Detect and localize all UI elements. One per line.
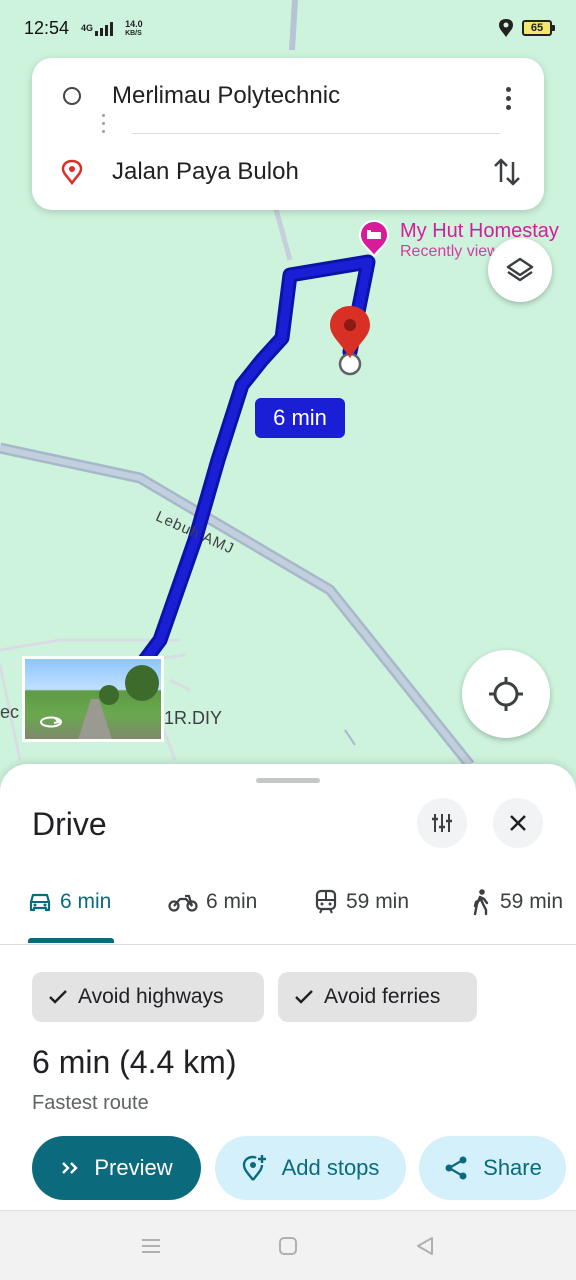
add-location-icon <box>242 1155 266 1181</box>
street-view-thumbnail[interactable] <box>22 656 164 742</box>
home-button[interactable] <box>273 1231 303 1261</box>
layers-icon <box>506 257 534 282</box>
sheet-drag-handle[interactable] <box>256 778 320 783</box>
location-status-icon <box>499 19 513 37</box>
tab-motorcycle[interactable]: 6 min <box>168 874 257 930</box>
train-icon <box>315 889 337 914</box>
double-chevron-icon <box>62 1162 79 1174</box>
share-label: Share <box>483 1155 542 1180</box>
recent-apps-button[interactable] <box>136 1231 166 1261</box>
tab-transit[interactable]: 59 min <box>314 874 409 930</box>
swap-directions-icon[interactable] <box>492 154 522 190</box>
tab-walk[interactable]: 59 min <box>470 874 563 930</box>
directions-sheet: Drive 6 min 6 min 59 min 59 min Avoid hi… <box>0 764 576 1210</box>
route-summary: 6 min (4.4 km) <box>32 1044 237 1080</box>
thumb-tree <box>125 665 159 701</box>
back-triangle-icon <box>417 1237 433 1255</box>
origin-circle-icon <box>63 87 81 105</box>
signal-icon <box>95 21 114 36</box>
network-speed-unit: KB/S <box>125 29 142 37</box>
destination-pin-icon[interactable] <box>330 306 370 358</box>
origin-text: Merlimau Polytechnic <box>112 82 341 109</box>
tabs-divider <box>0 944 576 945</box>
status-time: 12:54 <box>24 18 70 38</box>
back-button[interactable] <box>410 1231 440 1261</box>
walking-icon <box>473 889 489 916</box>
add-stops-button[interactable]: Add stops <box>215 1136 406 1200</box>
origin-field[interactable]: Merlimau Polytechnic <box>32 66 544 126</box>
directions-card: Merlimau Polytechnic Jalan Paya Buloh <box>32 58 544 210</box>
thumb-tree <box>99 685 119 705</box>
my-location-button[interactable] <box>462 650 550 738</box>
route-summary-subtitle: Fastest route <box>32 1092 149 1114</box>
route-dots-icon <box>102 114 105 133</box>
sheet-title: Drive <box>32 806 107 842</box>
street-view-360-icon <box>40 716 62 728</box>
close-icon <box>510 815 526 831</box>
directions-divider <box>132 133 500 134</box>
layers-button[interactable] <box>488 238 552 302</box>
more-options-button[interactable] <box>496 82 520 114</box>
tab-transit-time: 59 min <box>346 890 410 913</box>
car-icon <box>29 893 51 912</box>
destination-text: Jalan Paya Buloh <box>112 158 299 185</box>
checkmark-icon <box>295 990 313 1004</box>
checkmark-icon <box>49 990 67 1004</box>
sliders-icon <box>432 814 452 832</box>
tab-motorcycle-time: 6 min <box>206 890 258 913</box>
destination-pin-center <box>344 319 356 331</box>
avoid-highways-chip[interactable]: Avoid highways <box>32 972 264 1022</box>
preview-button[interactable]: Preview <box>32 1136 201 1200</box>
tab-drive[interactable]: 6 min <box>28 874 111 930</box>
travel-mode-tabs: 6 min 6 min 59 min 59 min <box>0 874 576 946</box>
preview-label: Preview <box>94 1155 173 1180</box>
route-time-badge[interactable]: 6 min <box>255 398 345 438</box>
hotel-pin-icon <box>358 220 390 258</box>
map-label-left: ec <box>0 702 20 722</box>
tab-drive-time: 6 min <box>60 890 112 913</box>
tab-walk-time: 59 min <box>500 890 564 913</box>
poi-name: My Hut Homestay <box>400 220 559 242</box>
network-speed: 14.0 <box>125 18 143 29</box>
status-bar: 12:54 4G 14.0 KB/S 65 <box>0 0 576 58</box>
route-options-button[interactable] <box>417 798 467 848</box>
map-tick <box>344 729 356 746</box>
crosshair-icon <box>489 677 523 711</box>
share-icon <box>445 1156 467 1180</box>
destination-field[interactable]: Jalan Paya Buloh <box>32 142 544 202</box>
add-stops-label: Add stops <box>281 1155 380 1180</box>
close-button[interactable] <box>493 798 543 848</box>
system-navigation-bar <box>0 1210 576 1280</box>
active-tab-indicator <box>28 938 114 943</box>
avoid-ferries-chip[interactable]: Avoid ferries <box>278 972 477 1022</box>
thumb-road <box>75 699 115 739</box>
avoid-highways-label: Avoid highways <box>78 985 224 1008</box>
network-type: 4G <box>81 23 94 33</box>
menu-icon <box>142 1239 160 1253</box>
home-square-icon <box>279 1237 297 1255</box>
battery-icon: 65 <box>522 20 555 36</box>
motorcycle-icon <box>168 894 198 912</box>
avoid-ferries-label: Avoid ferries <box>324 985 441 1008</box>
map-label-diy: 1R.DIY <box>164 708 223 728</box>
battery-level: 65 <box>530 22 544 34</box>
destination-marker-icon <box>61 159 83 185</box>
share-button[interactable]: Share <box>419 1136 566 1200</box>
